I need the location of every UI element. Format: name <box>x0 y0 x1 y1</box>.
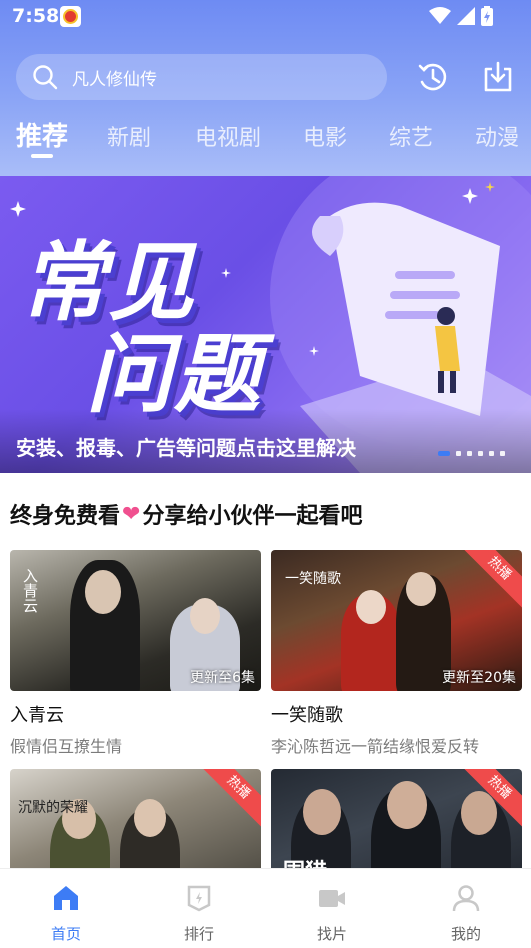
status-time: 7:58 <box>12 5 60 27</box>
carousel-dot[interactable] <box>456 451 461 456</box>
video-subtitle: 李沁陈哲远一箭结缘恨爱反转 <box>271 737 480 756</box>
video-camera-icon <box>319 890 345 907</box>
update-label: 更新至20集 <box>442 670 516 686</box>
search-input[interactable]: 凡人修仙传 <box>16 54 387 100</box>
nav-find[interactable]: 找片 <box>302 883 362 944</box>
carousel-dot[interactable] <box>489 451 494 456</box>
video-title: 一笑随歌 <box>271 705 343 726</box>
nav-ranking[interactable]: 排行 <box>169 883 229 944</box>
carousel-dot[interactable] <box>438 451 450 456</box>
app-notification-icon <box>60 6 81 27</box>
poster-title-text: 入青云 <box>21 568 39 613</box>
tab-movie[interactable]: 电影 <box>303 120 347 152</box>
download-icon[interactable] <box>481 60 515 94</box>
tab-anime[interactable]: 动漫 <box>475 120 519 152</box>
nav-mine[interactable]: 我的 <box>436 883 496 944</box>
tab-new[interactable]: 新剧 <box>107 120 151 152</box>
nav-find-label: 找片 <box>316 925 347 943</box>
user-icon <box>452 885 480 912</box>
video-poster[interactable]: 一笑随歌 热播 更新至20集 <box>271 550 522 691</box>
carousel-dot[interactable] <box>500 451 505 456</box>
video-title: 入青云 <box>10 705 64 726</box>
tab-tv[interactable]: 电视剧 <box>195 120 261 152</box>
tab-recommend[interactable]: 推荐 <box>16 116 68 153</box>
video-card[interactable]: 入青云 更新至6集 入青云 假情侣互撩生情 <box>10 550 261 757</box>
nav-home[interactable]: 首页 <box>36 883 96 944</box>
carousel-dot[interactable] <box>478 451 483 456</box>
signal-icon <box>457 7 475 25</box>
poster-title-text: 一笑随歌 <box>285 571 341 587</box>
tab-variety[interactable]: 综艺 <box>389 120 433 152</box>
hot-badge: 热播 <box>198 769 261 828</box>
bottom-navigation: 首页 排行 找片 我的 <box>0 868 531 948</box>
heart-icon: ❤ <box>122 501 141 527</box>
battery-icon <box>481 6 493 26</box>
poster-title-text: 沉默的荣耀 <box>18 800 88 816</box>
hot-badge: 热播 <box>459 550 522 609</box>
carousel-dot[interactable] <box>467 451 472 456</box>
section-title-part1: 终身免费看 <box>10 504 121 529</box>
history-icon[interactable] <box>416 60 450 94</box>
nav-home-label: 首页 <box>50 925 81 943</box>
status-bar: 7:58 <box>0 0 531 34</box>
nav-ranking-label: 排行 <box>183 925 214 943</box>
tab-underline <box>31 154 53 158</box>
banner-caption: 安装、报毒、广告等问题点击这里解决 <box>16 436 356 460</box>
search-icon <box>33 65 58 90</box>
header: 7:58 凡人修仙传 推荐 新剧 电视剧 电影 综艺 动漫 <box>0 0 531 176</box>
video-card[interactable]: 一笑随歌 热播 更新至20集 一笑随歌 李沁陈哲远一箭结缘恨爱反转 <box>271 550 522 757</box>
nav-mine-label: 我的 <box>450 925 481 943</box>
carousel-indicator <box>438 451 505 456</box>
section-title-part2: 分享给小伙伴一起看吧 <box>142 504 363 529</box>
status-icons <box>429 6 493 26</box>
home-icon <box>54 886 78 910</box>
search-placeholder: 凡人修仙传 <box>72 69 157 90</box>
ranking-icon <box>187 885 211 912</box>
category-tabs: 推荐 新剧 电视剧 电影 综艺 动漫 <box>0 114 531 164</box>
video-subtitle: 假情侣互撩生情 <box>10 737 123 756</box>
update-label: 更新至6集 <box>190 670 255 686</box>
wifi-icon <box>429 7 451 24</box>
video-poster[interactable]: 入青云 更新至6集 <box>10 550 261 691</box>
banner-carousel[interactable]: 常见 问题 安装、报毒、广告等问题点击这里解决 <box>0 176 531 473</box>
section-title: 终身免费看 ❤ 分享给小伙伴一起看吧 <box>10 498 362 530</box>
